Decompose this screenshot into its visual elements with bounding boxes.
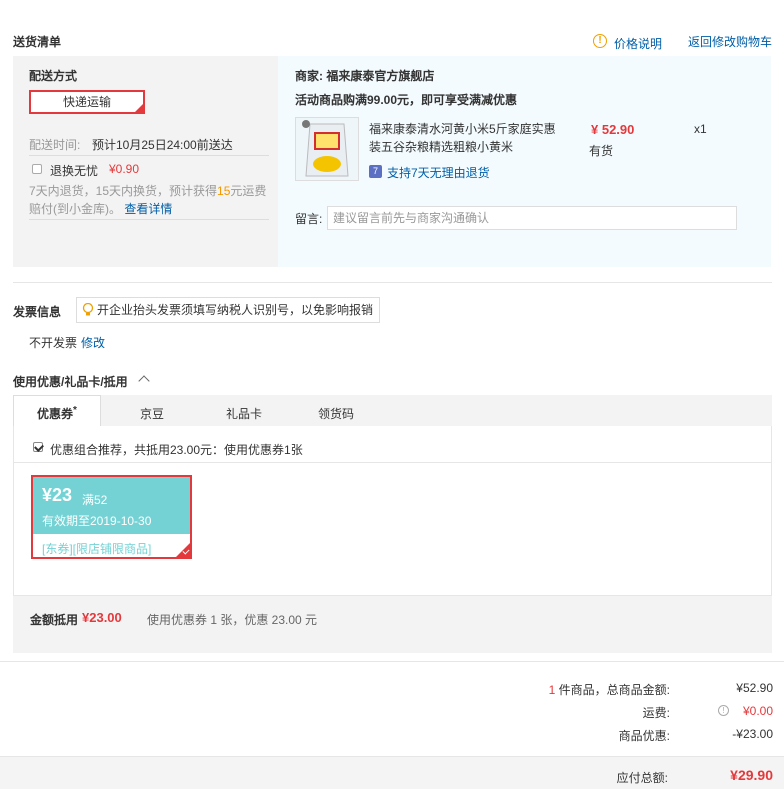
divider: [14, 462, 771, 463]
discount-value: -¥23.00: [732, 727, 773, 741]
return-7day-icon: 7: [369, 165, 382, 178]
payable-value: ¥29.90: [730, 767, 773, 783]
rice-bag-icon: [296, 118, 358, 180]
chevron-up-icon[interactable]: [138, 375, 150, 387]
coupon-expiry: 有效期至2019-10-30: [42, 514, 152, 528]
merchant-line: 商家: 福来康泰官方旗舰店: [295, 67, 434, 84]
deduction-amount: ¥23.00: [82, 610, 122, 625]
freight-label: 运费:: [642, 706, 670, 720]
payable-label: 应付总额:: [616, 771, 668, 785]
return-worry-price: ¥0.90: [109, 162, 140, 176]
divider: [29, 219, 269, 220]
product-qty: x1: [694, 122, 707, 136]
combo-text: 优惠组合推荐，共抵用23.00元：使用优惠券1张: [50, 443, 303, 457]
divider: [13, 282, 772, 283]
combo-checkbox[interactable]: [33, 442, 43, 452]
goods-amount: ¥52.90: [736, 681, 773, 695]
lightbulb-icon: [82, 303, 94, 316]
message-input[interactable]: 建议留言前先与商家沟通确认: [327, 206, 737, 230]
invoice-modify-link[interactable]: 修改: [81, 334, 105, 351]
coupon-card[interactable]: ¥23 满52 有效期至2019-10-30 [东券][限店铺限商品]: [31, 475, 192, 559]
discount-label: 商品优惠:: [618, 729, 670, 743]
tab-active-mark: *: [73, 405, 77, 416]
product-image[interactable]: [295, 117, 359, 181]
goods-count-line: 1 件商品，总商品金额:: [548, 683, 670, 697]
invoice-tip: 开企业抬头发票须填写纳税人识别号，以免影响报销: [76, 297, 380, 323]
product-price: ¥ 52.90: [591, 122, 635, 137]
section-title: 送货清单: [13, 35, 62, 49]
tab-pickup-code[interactable]: 领货码: [318, 405, 354, 422]
tab-coupon-label[interactable]: 优惠券*: [37, 405, 77, 422]
selected-corner-icon: [134, 103, 144, 113]
shipping-method-button[interactable]: 快递运输: [29, 90, 145, 114]
stock-status: 有货: [589, 144, 614, 158]
shipping-method-value: 快递运输: [62, 95, 111, 109]
delivery-time-value: 预计10月25日24:00前送达: [92, 138, 233, 152]
coupon-amount: ¥23: [42, 485, 73, 505]
divider: [29, 155, 269, 156]
message-label: 留言:: [295, 212, 323, 226]
return-worry-desc: 7天内退货，15天内换货，预计获得15元运费 赔付(到小金库)。 查看详情: [29, 184, 267, 216]
invoice-value: 不开发票: [29, 336, 78, 350]
divider: [0, 661, 784, 662]
return-policy-text: 支持7天无理由退货: [387, 166, 490, 180]
deduction-desc: 使用优惠券 1 张，优惠 23.00 元: [147, 613, 318, 627]
freight-value: ¥0.00: [742, 704, 773, 718]
deduction-label: 金额抵用: [30, 613, 79, 627]
merchant-label: 商家:: [295, 69, 323, 83]
return-worry-label: 退换无忧: [50, 164, 99, 178]
shipping-method-label: 配送方式: [29, 69, 78, 83]
discount-tabs: [13, 395, 772, 426]
promo-text: 活动商品购满99.00元，即可享受满减优惠: [295, 93, 518, 107]
tab-jingdou[interactable]: 京豆: [140, 405, 164, 422]
return-worry-checkbox[interactable]: [32, 164, 42, 174]
back-to-cart-link[interactable]: 返回修改购物车: [688, 33, 772, 50]
invoice-title: 发票信息: [13, 305, 62, 319]
merchant-name: 福来康泰官方旗舰店: [326, 69, 435, 83]
coupon-condition: 满52: [82, 493, 108, 507]
price-note-link[interactable]: 价格说明: [614, 35, 662, 52]
delivery-time-label: 配送时间:: [29, 138, 81, 152]
details-link[interactable]: 查看详情: [124, 202, 172, 216]
deduction-summary: [13, 596, 772, 653]
discount-title[interactable]: 使用优惠/礼品卡/抵用: [13, 373, 128, 390]
tab-gift-card[interactable]: 礼品卡: [226, 405, 262, 422]
info-icon: !: [593, 34, 607, 48]
coupon-tags: [东券][限店铺限商品]: [42, 542, 152, 556]
product-name[interactable]: 福来康泰清水河黄小米5斤家庭实惠 装五谷杂粮精选粗粮小黄米: [369, 120, 569, 156]
